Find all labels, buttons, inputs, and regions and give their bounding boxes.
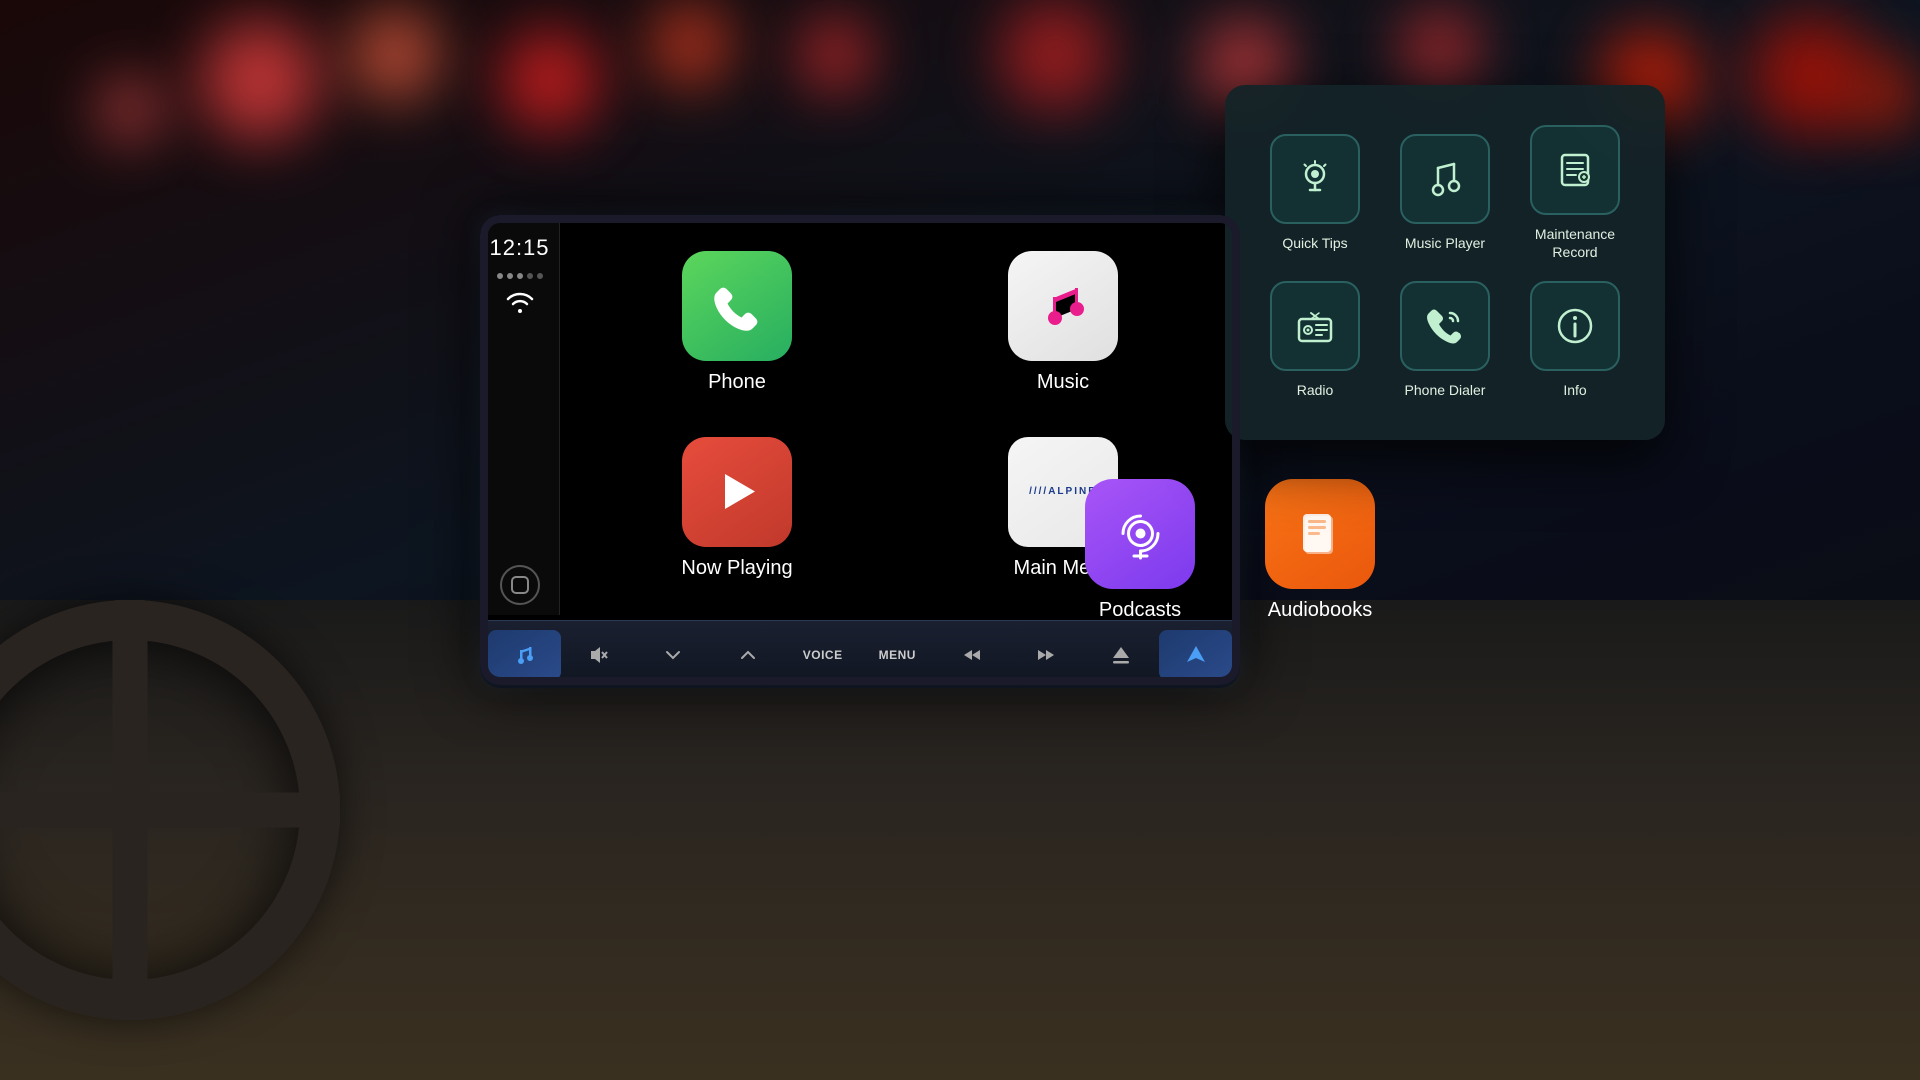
- dot: [507, 273, 513, 279]
- quick-tips-icon-box: [1270, 134, 1360, 224]
- audiobooks-app-icon: [1265, 479, 1375, 589]
- music-app[interactable]: Music: [906, 235, 1220, 409]
- bokeh-decoration: [350, 10, 440, 100]
- clock-display: 12:15: [489, 235, 549, 261]
- radio-icon-box: [1270, 281, 1360, 371]
- now-playing-app-label: Now Playing: [681, 557, 792, 580]
- phone-dialer-label: Phone Dialer: [1405, 381, 1486, 399]
- bokeh-decoration: [800, 20, 870, 90]
- voice-label: VOICE: [803, 648, 843, 662]
- popup-maintenance-record[interactable]: Maintenance Record: [1520, 125, 1630, 261]
- mute-button[interactable]: [563, 630, 636, 680]
- eject-button[interactable]: [1085, 630, 1158, 680]
- now-playing-app-icon: [682, 437, 792, 547]
- dot: [527, 273, 533, 279]
- dot: [517, 273, 523, 279]
- car-sidebar: 12:15: [480, 215, 560, 615]
- popup-info[interactable]: Info: [1520, 281, 1630, 399]
- radio-label: Radio: [1297, 381, 1334, 399]
- maintenance-record-label: Maintenance Record: [1520, 225, 1630, 261]
- music-control-button[interactable]: [488, 630, 561, 680]
- bokeh-decoration: [1400, 10, 1480, 90]
- bokeh-decoration: [500, 30, 600, 130]
- bokeh-decoration: [1850, 60, 1920, 130]
- popup-phone-dialer[interactable]: Phone Dialer: [1390, 281, 1500, 399]
- signal-indicator: [497, 273, 543, 279]
- info-icon-box: [1530, 281, 1620, 371]
- quick-tips-label: Quick Tips: [1282, 234, 1347, 252]
- bokeh-decoration: [650, 5, 730, 85]
- popup-quick-tips[interactable]: Quick Tips: [1260, 125, 1370, 261]
- music-app-icon: [1008, 251, 1118, 361]
- dot: [537, 273, 543, 279]
- audiobooks-app[interactable]: Audiobooks: [1240, 430, 1400, 670]
- navigation-button[interactable]: [1159, 630, 1232, 680]
- podcasts-app-label: Podcasts: [1099, 599, 1181, 622]
- maintenance-record-icon-box: [1530, 125, 1620, 215]
- now-playing-app[interactable]: Now Playing: [580, 421, 894, 595]
- bokeh-decoration: [1750, 15, 1870, 135]
- popup-radio[interactable]: Radio: [1260, 281, 1370, 399]
- dot: [497, 273, 503, 279]
- phone-app-icon: [682, 251, 792, 361]
- audiobooks-app-label: Audiobooks: [1268, 599, 1373, 622]
- phone-app[interactable]: Phone: [580, 235, 894, 409]
- wifi-icon: [506, 291, 534, 319]
- rewind-button[interactable]: [936, 630, 1009, 680]
- phone-dialer-icon-box: [1400, 281, 1490, 371]
- bokeh-decoration: [100, 80, 160, 140]
- podcasts-app-icon: [1085, 479, 1195, 589]
- music-player-label: Music Player: [1405, 234, 1485, 252]
- popup-menu: Quick Tips Music Player: [1225, 85, 1665, 440]
- control-bar: VOICE MENU: [480, 620, 1240, 688]
- scroll-down-button[interactable]: [637, 630, 710, 680]
- fast-forward-button[interactable]: [1010, 630, 1083, 680]
- popup-music-player[interactable]: Music Player: [1390, 125, 1500, 261]
- bokeh-decoration: [200, 20, 320, 140]
- music-app-label: Music: [1037, 371, 1089, 394]
- home-button[interactable]: [500, 565, 540, 605]
- phone-app-label: Phone: [708, 371, 766, 394]
- info-label: Info: [1563, 381, 1586, 399]
- voice-button[interactable]: VOICE: [786, 630, 859, 680]
- menu-button[interactable]: MENU: [861, 630, 934, 680]
- music-player-icon-box: [1400, 134, 1490, 224]
- bokeh-decoration: [1000, 0, 1110, 110]
- menu-label: MENU: [879, 648, 916, 662]
- scroll-up-button[interactable]: [712, 630, 785, 680]
